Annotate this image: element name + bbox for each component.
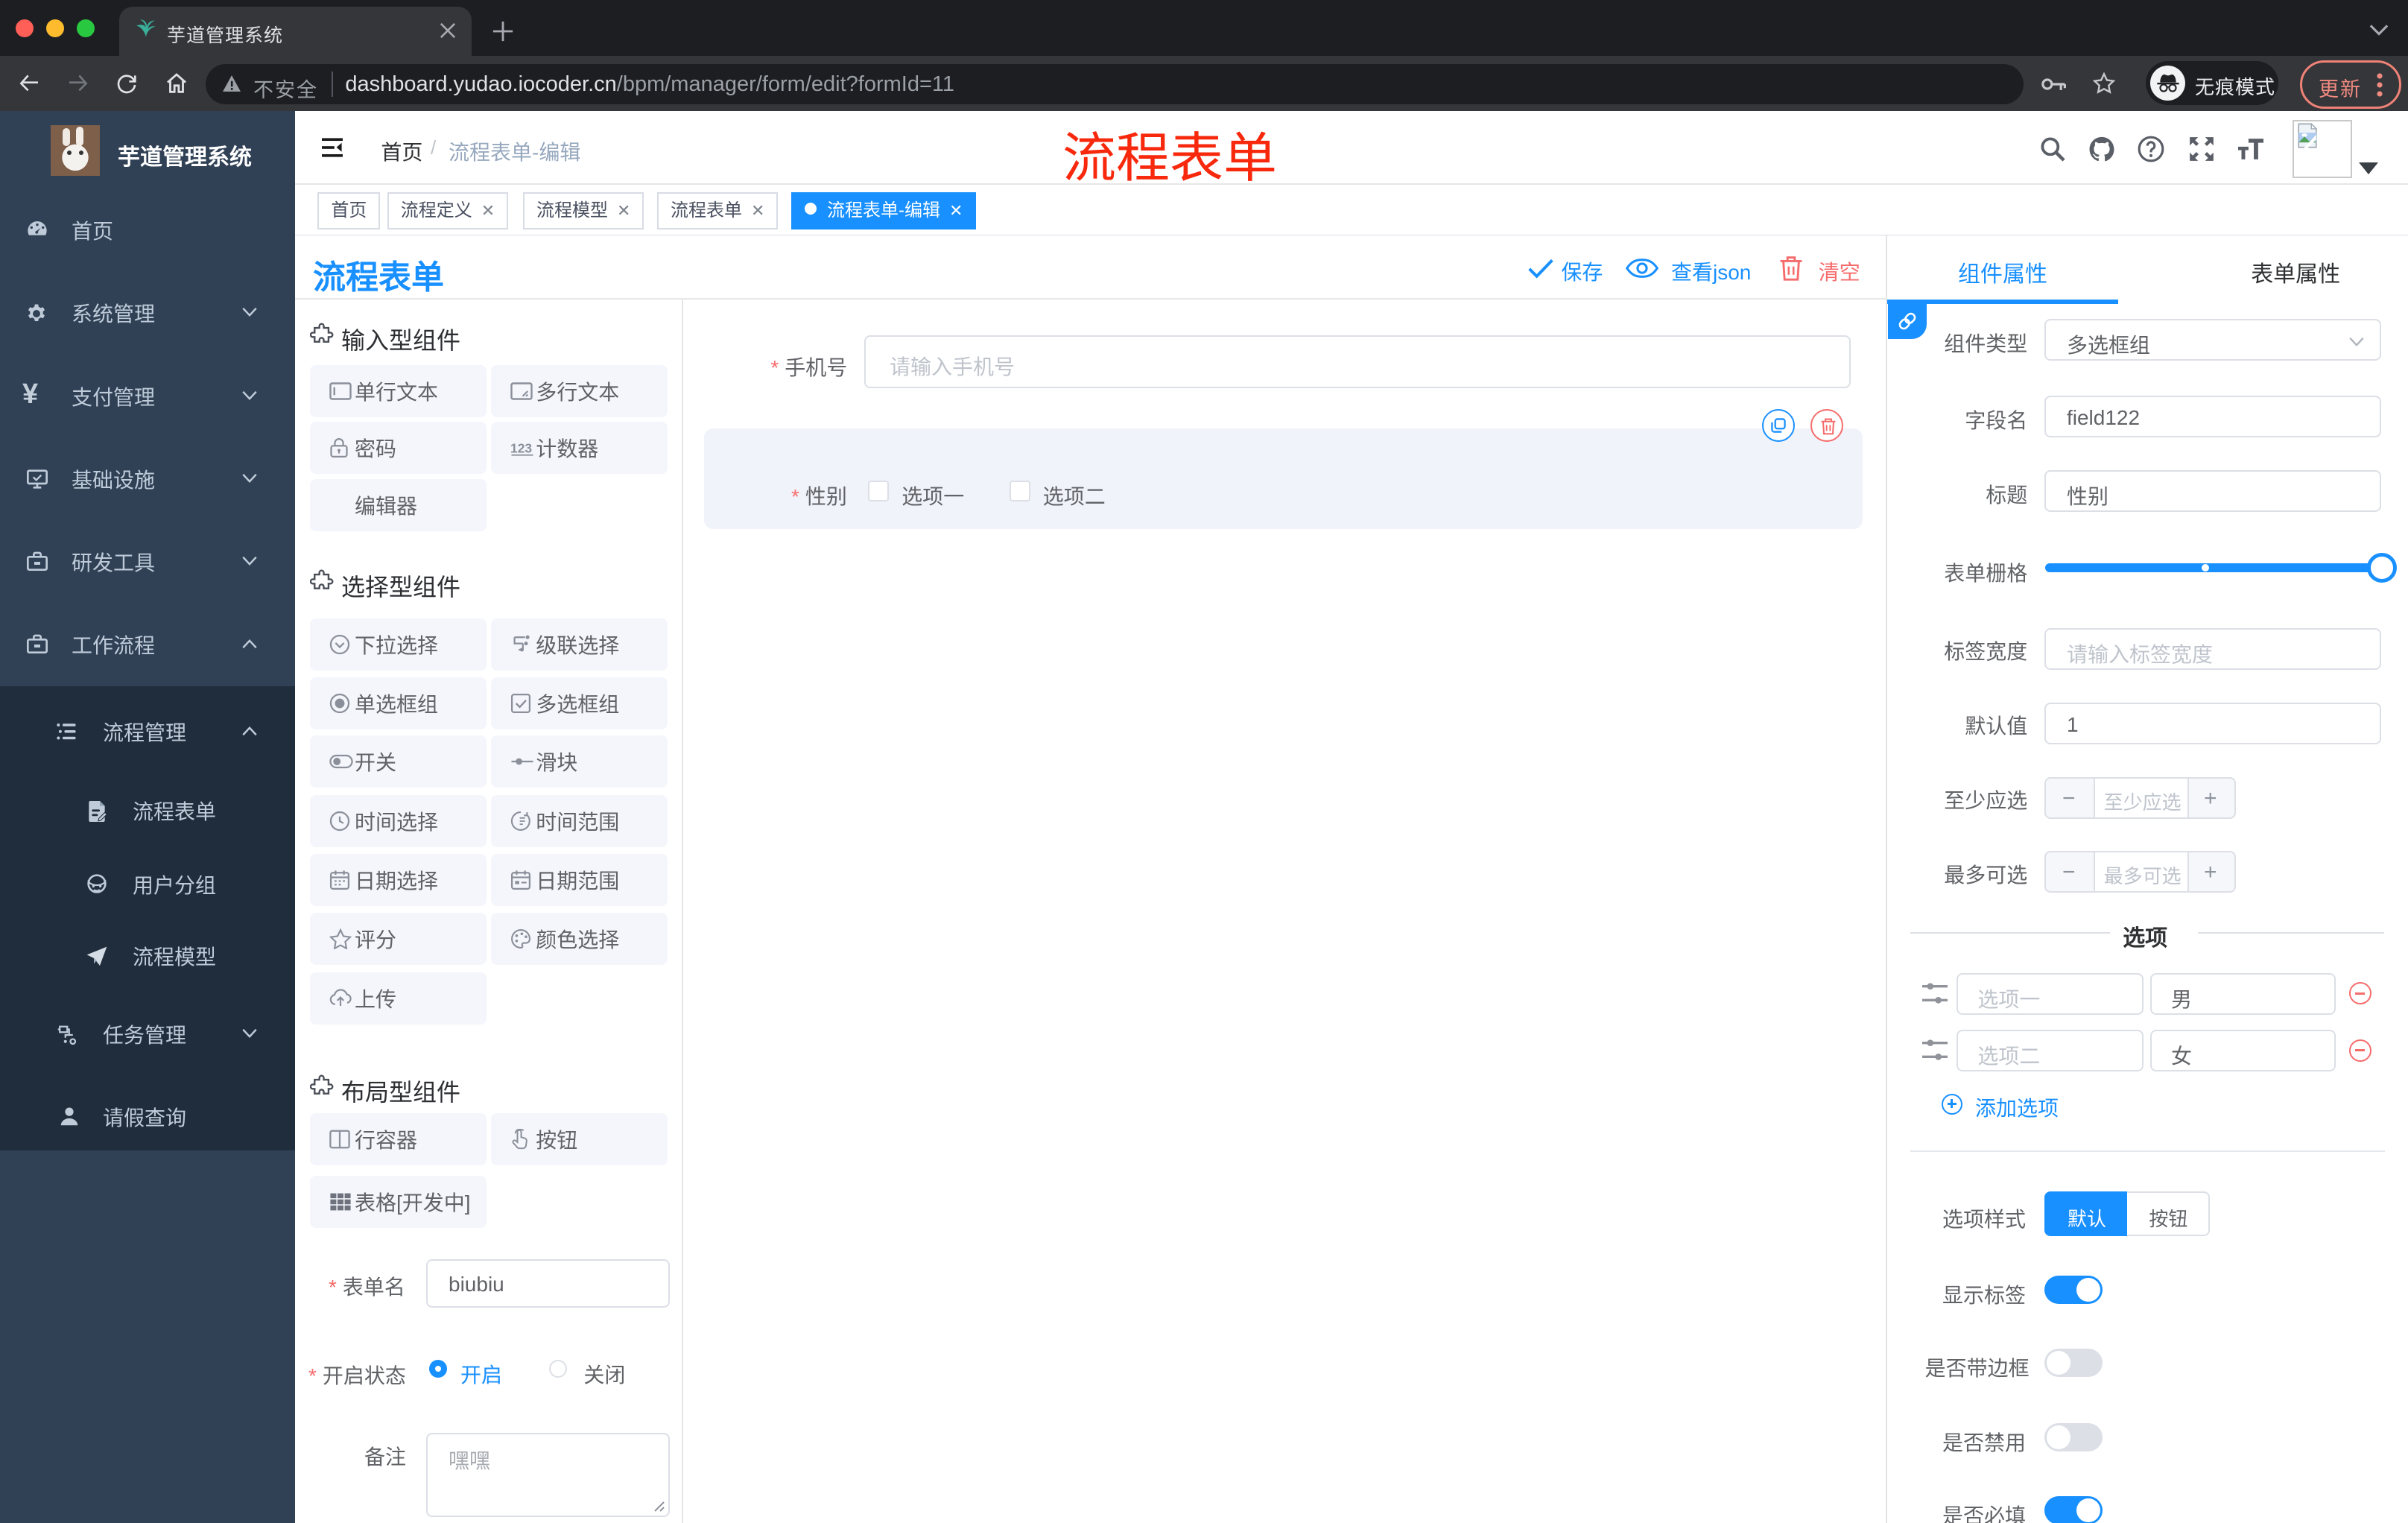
svg-text:123: 123 [510, 441, 532, 456]
